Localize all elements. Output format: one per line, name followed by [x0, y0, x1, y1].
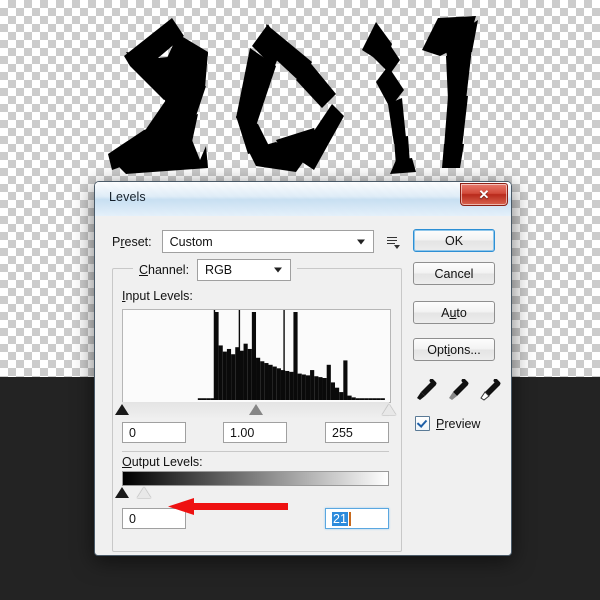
set-black-point-eyedropper [417, 379, 437, 400]
levels-groupbox: Channel: RGB Input Levels: 0 1.00 255 Ou… [112, 259, 402, 552]
input-midtone-field[interactable]: 1.00 [223, 422, 287, 443]
text-cursor [348, 511, 351, 526]
output-slider-track[interactable] [115, 487, 389, 502]
set-white-point-eyedropper [480, 379, 501, 401]
preview-checkbox[interactable] [415, 416, 430, 431]
channel-dropdown[interactable]: RGB [197, 259, 292, 281]
preset-dropdown[interactable]: Custom [161, 230, 374, 253]
preset-label: Preset: [112, 234, 152, 249]
output-black-field[interactable]: 0 [122, 508, 186, 529]
input-highlight-field[interactable]: 255 [325, 422, 389, 443]
eyedropper-group [415, 379, 505, 401]
output-levels-label: Output Levels: [122, 455, 203, 469]
input-shadow-field[interactable]: 0 [122, 422, 186, 443]
histogram [122, 309, 391, 403]
dialog-body: Preset: Custom Channel: RGB Input Levels… [95, 216, 511, 555]
preset-row: Preset: Custom [112, 230, 400, 253]
set-gray-point-eyedropper [449, 379, 469, 400]
channel-row: Channel: RGB [133, 259, 298, 281]
preview-checkbox-row[interactable]: Preview [415, 416, 480, 431]
input-shadow-slider[interactable] [115, 404, 129, 415]
options-button[interactable]: Opt i ons... [413, 338, 495, 361]
output-white-value: 21 [332, 511, 348, 526]
channel-value: RGB [205, 263, 233, 277]
channel-label: Channel: [139, 263, 190, 277]
chevron-down-icon [274, 267, 283, 273]
preset-menu-icon[interactable] [384, 234, 400, 250]
output-white-slider[interactable] [136, 487, 151, 498]
photoshop-levels-screen: Levels ✕ Preset: Custom Channel: RGB Inp… [0, 0, 600, 600]
divider [122, 451, 389, 452]
ok-button[interactable]: OK [413, 229, 495, 252]
output-black-slider[interactable] [115, 487, 129, 498]
output-gradient-bar [122, 471, 389, 486]
input-slider-track[interactable] [115, 402, 396, 418]
close-icon: ✕ [478, 187, 490, 202]
input-levels-label: Input Levels: [122, 289, 193, 303]
preset-value: Custom [169, 234, 213, 249]
cancel-button[interactable]: Cancel [413, 262, 495, 285]
levels-dialog: Levels ✕ Preset: Custom Channel: RGB Inp… [94, 181, 512, 556]
preview-label: Preview [436, 416, 481, 431]
close-button[interactable]: ✕ [460, 183, 508, 206]
dialog-title: Levels [109, 190, 146, 204]
dialog-titlebar: Levels ✕ [95, 182, 511, 217]
auto-button[interactable]: Au to [413, 301, 495, 324]
chevron-down-icon [356, 239, 365, 244]
output-white-field[interactable]: 21 [325, 508, 389, 529]
input-midtone-slider[interactable] [248, 404, 263, 415]
input-highlight-slider[interactable] [382, 404, 396, 415]
